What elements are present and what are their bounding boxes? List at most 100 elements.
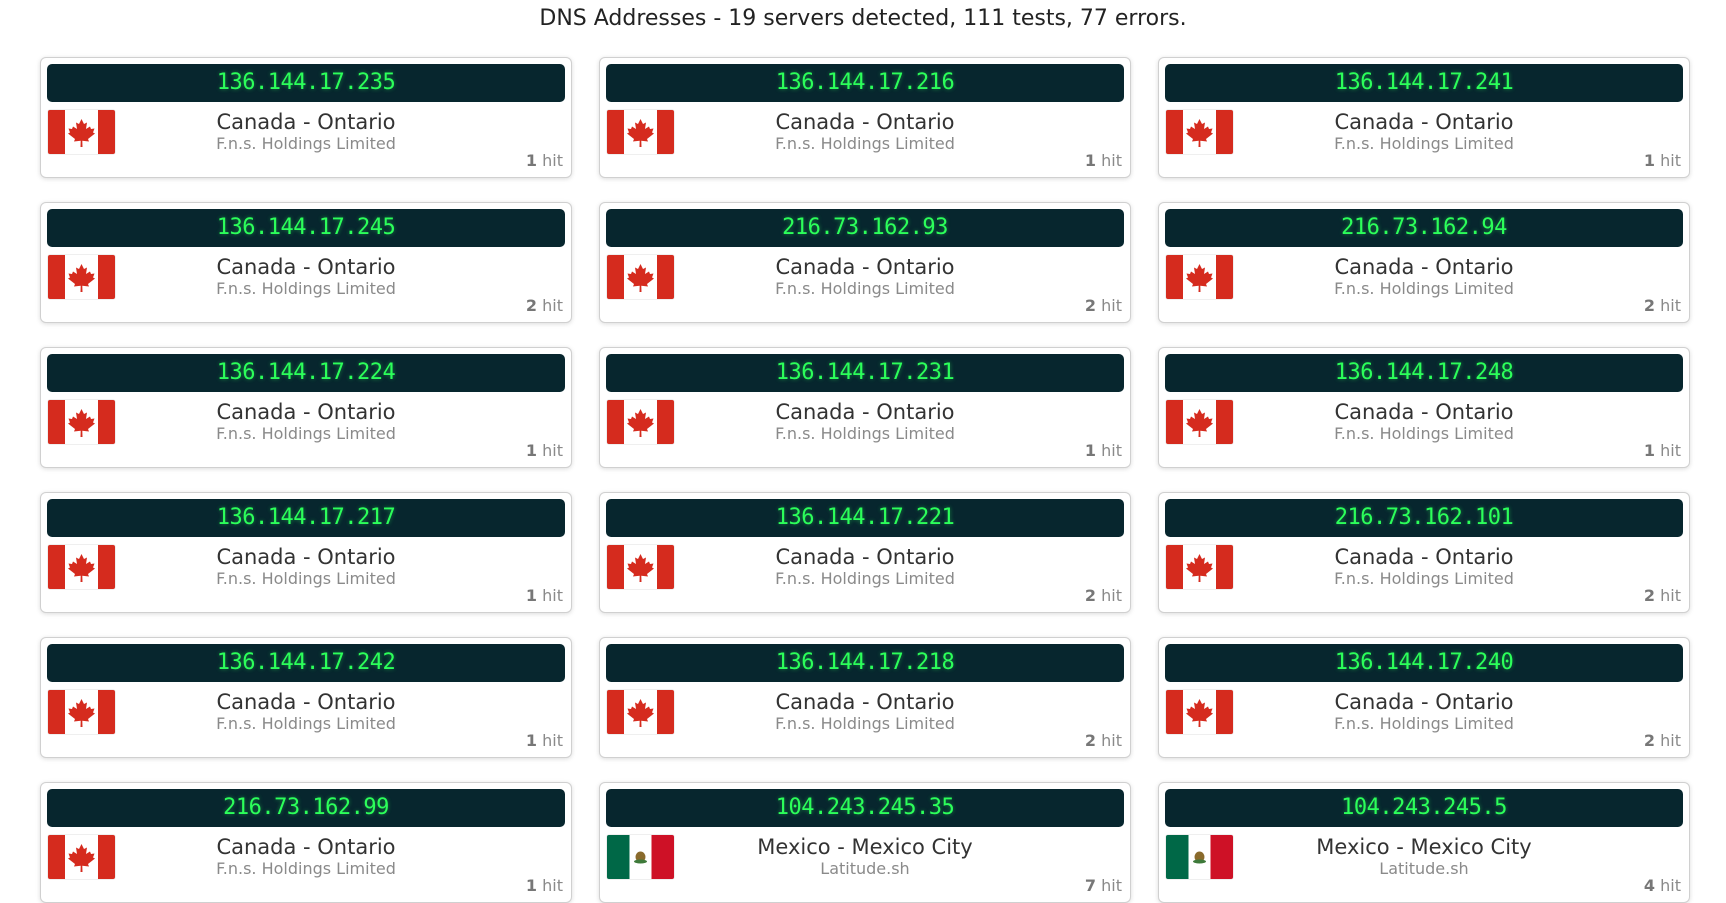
server-ip-address: 136.144.17.240 [1165, 644, 1683, 682]
server-organization: F.n.s. Holdings Limited [775, 569, 955, 588]
server-organization: F.n.s. Holdings Limited [216, 134, 396, 153]
hit-count-number: 4 [1643, 876, 1656, 895]
server-ip-address: 136.144.17.241 [1165, 64, 1683, 102]
server-card: 104.243.245.35 Mexico - Mexico City Latit… [599, 782, 1131, 903]
server-card: 216.73.162.94 Canada - Ontario F.n.s. Hol… [1158, 202, 1690, 323]
server-location: Canada - Ontario [216, 400, 396, 424]
hit-count-number: 1 [1643, 151, 1656, 170]
server-ip-address: 216.73.162.101 [1165, 499, 1683, 537]
server-location: Canada - Ontario [775, 110, 955, 134]
server-card: 136.144.17.235 Canada - Ontario F.n.s. Ho… [40, 57, 572, 178]
hit-count-label: hit [542, 876, 563, 895]
server-organization: Latitude.sh [820, 859, 910, 878]
server-card: 136.144.17.248 Canada - Ontario F.n.s. Ho… [1158, 347, 1690, 468]
server-location: Canada - Ontario [775, 690, 955, 714]
server-location: Canada - Ontario [216, 110, 396, 134]
server-location: Mexico - Mexico City [757, 835, 973, 859]
server-card: 136.144.17.242 Canada - Ontario F.n.s. Ho… [40, 637, 572, 758]
server-ip-address: 136.144.17.221 [606, 499, 1124, 537]
server-location: Canada - Ontario [216, 545, 396, 569]
server-ip-address: 136.144.17.224 [47, 354, 565, 392]
hit-count-number: 2 [525, 296, 538, 315]
hit-count-number: 1 [1084, 441, 1097, 460]
hit-count-label: hit [542, 441, 563, 460]
hit-count-number: 1 [525, 731, 538, 750]
hit-count: 2 hit [1085, 731, 1122, 751]
hit-count-label: hit [1101, 586, 1122, 605]
server-organization: F.n.s. Holdings Limited [216, 714, 396, 733]
hit-count-label: hit [1660, 296, 1681, 315]
server-ip-address: 136.144.17.245 [47, 209, 565, 247]
hit-count-number: 1 [525, 151, 538, 170]
server-organization: F.n.s. Holdings Limited [1334, 424, 1514, 443]
hit-count: 1 hit [526, 586, 563, 606]
server-organization: F.n.s. Holdings Limited [216, 859, 396, 878]
hit-count-label: hit [1101, 296, 1122, 315]
server-card: 136.144.17.240 Canada - Ontario F.n.s. Ho… [1158, 637, 1690, 758]
hit-count: 1 hit [526, 151, 563, 171]
server-organization: F.n.s. Holdings Limited [775, 424, 955, 443]
hit-count: 1 hit [526, 876, 563, 896]
server-card: 104.243.245.5 Mexico - Mexico City Latitu… [1158, 782, 1690, 903]
hit-count: 1 hit [1085, 151, 1122, 171]
server-card: 216.73.162.93 Canada - Ontario F.n.s. Hol… [599, 202, 1131, 323]
server-card: 136.144.17.216 Canada - Ontario F.n.s. Ho… [599, 57, 1131, 178]
page-title: DNS Addresses - 19 servers detected, 111… [539, 6, 1187, 31]
server-ip-address: 104.243.245.5 [1165, 789, 1683, 827]
server-ip-address: 136.144.17.231 [606, 354, 1124, 392]
server-organization: F.n.s. Holdings Limited [216, 424, 396, 443]
server-card: 216.73.162.101 Canada - Ontario F.n.s. Ho… [1158, 492, 1690, 613]
server-card: 216.73.162.99 Canada - Ontario F.n.s. Hol… [40, 782, 572, 903]
server-organization: F.n.s. Holdings Limited [216, 279, 396, 298]
hit-count-label: hit [1660, 876, 1681, 895]
server-location: Canada - Ontario [216, 255, 396, 279]
hit-count: 2 hit [1085, 586, 1122, 606]
hit-count-number: 1 [525, 441, 538, 460]
server-ip-address: 136.144.17.248 [1165, 354, 1683, 392]
server-ip-address: 136.144.17.242 [47, 644, 565, 682]
server-ip-address: 216.73.162.99 [47, 789, 565, 827]
server-location: Canada - Ontario [1334, 110, 1514, 134]
server-location: Canada - Ontario [1334, 255, 1514, 279]
server-organization: Latitude.sh [1379, 859, 1469, 878]
hit-count-label: hit [1660, 151, 1681, 170]
hit-count-number: 2 [1084, 296, 1097, 315]
server-ip-address: 216.73.162.94 [1165, 209, 1683, 247]
hit-count-label: hit [1660, 731, 1681, 750]
hit-count-number: 2 [1643, 731, 1656, 750]
server-card: 136.144.17.218 Canada - Ontario F.n.s. Ho… [599, 637, 1131, 758]
hit-count-label: hit [1101, 731, 1122, 750]
server-organization: F.n.s. Holdings Limited [775, 134, 955, 153]
hit-count-number: 2 [1084, 731, 1097, 750]
hit-count-label: hit [1660, 586, 1681, 605]
server-organization: F.n.s. Holdings Limited [775, 279, 955, 298]
server-ip-address: 136.144.17.218 [606, 644, 1124, 682]
hit-count: 1 hit [1644, 151, 1681, 171]
server-location: Canada - Ontario [1334, 690, 1514, 714]
hit-count-number: 1 [525, 876, 538, 895]
server-grid: 136.144.17.235 Canada - Ontario F.n.s. Ho… [40, 57, 1690, 903]
hit-count: 1 hit [526, 441, 563, 461]
server-location: Mexico - Mexico City [1316, 835, 1532, 859]
hit-count-label: hit [1101, 441, 1122, 460]
server-organization: F.n.s. Holdings Limited [1334, 714, 1514, 733]
hit-count: 7 hit [1085, 876, 1122, 896]
server-location: Canada - Ontario [216, 835, 396, 859]
server-ip-address: 136.144.17.235 [47, 64, 565, 102]
server-location: Canada - Ontario [1334, 400, 1514, 424]
server-ip-address: 216.73.162.93 [606, 209, 1124, 247]
server-location: Canada - Ontario [775, 400, 955, 424]
hit-count-label: hit [1101, 876, 1122, 895]
server-card: 136.144.17.245 Canada - Ontario F.n.s. Ho… [40, 202, 572, 323]
server-location: Canada - Ontario [216, 690, 396, 714]
hit-count-label: hit [1101, 151, 1122, 170]
hit-count: 1 hit [1644, 441, 1681, 461]
server-card: 136.144.17.224 Canada - Ontario F.n.s. Ho… [40, 347, 572, 468]
hit-count-label: hit [1660, 441, 1681, 460]
hit-count-label: hit [542, 586, 563, 605]
hit-count-label: hit [542, 296, 563, 315]
server-location: Canada - Ontario [775, 255, 955, 279]
hit-count-number: 1 [1084, 151, 1097, 170]
server-ip-address: 136.144.17.217 [47, 499, 565, 537]
server-organization: F.n.s. Holdings Limited [216, 569, 396, 588]
